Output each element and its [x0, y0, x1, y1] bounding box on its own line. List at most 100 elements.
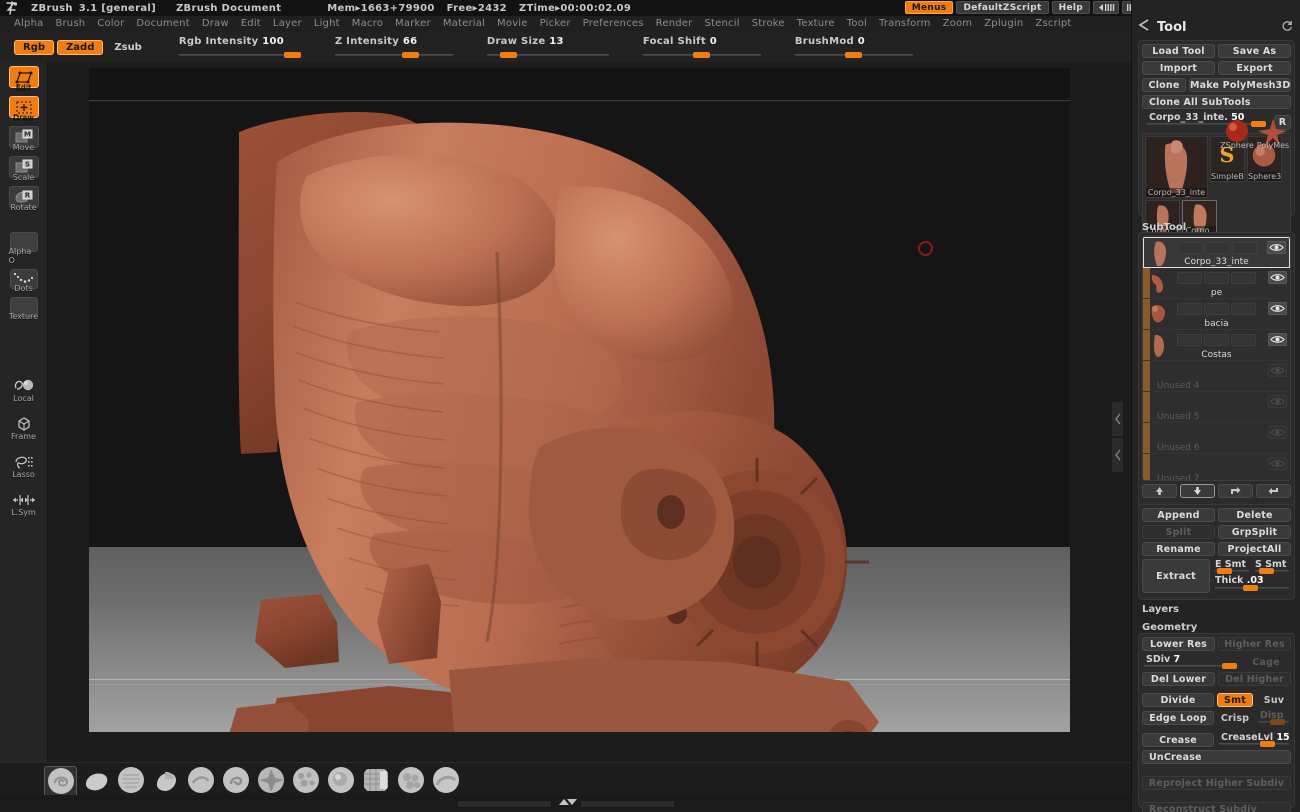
make-polymesh3d-button[interactable]: Make PolyMesh3D	[1189, 78, 1292, 92]
canvas-expand-arrow-icon[interactable]	[1112, 438, 1123, 472]
left-tool-alpha--o[interactable]: Alpha O	[9, 232, 39, 265]
subtool-slot[interactable]	[1177, 303, 1202, 315]
back-arrow-icon[interactable]	[1137, 18, 1151, 36]
left-tool-edit[interactable]: Edit	[8, 66, 39, 92]
menu-item-zplugin[interactable]: Zplugin	[978, 17, 1029, 31]
eye-icon[interactable]	[1267, 241, 1286, 254]
grpsplit-button[interactable]: GrpSplit	[1218, 525, 1291, 539]
menu-item-draw[interactable]: Draw	[196, 17, 235, 31]
subtool-slot[interactable]	[1177, 272, 1202, 284]
crisp-toggle[interactable]: Crisp	[1217, 711, 1253, 725]
refresh-icon[interactable]	[1281, 20, 1293, 35]
menu-item-macro[interactable]: Macro	[346, 17, 389, 31]
disp-slider[interactable]: Disp	[1256, 710, 1291, 725]
default-zscript-button[interactable]: DefaultZScript	[956, 1, 1049, 14]
append-button[interactable]: Append	[1142, 508, 1215, 522]
eye-icon[interactable]	[1268, 364, 1287, 377]
menu-item-tool[interactable]: Tool	[841, 17, 873, 31]
subtool-slot[interactable]	[1204, 303, 1229, 315]
extract-ssmt-slider[interactable]: S Smt	[1253, 559, 1291, 574]
scroll-left-icon[interactable]	[1093, 1, 1119, 14]
menu-item-alpha[interactable]: Alpha	[8, 17, 49, 31]
rgb-toggle[interactable]: Rgb	[14, 39, 55, 55]
sdiv-slider[interactable]: SDiv 7	[1142, 654, 1238, 669]
menu-item-layer[interactable]: Layer	[267, 17, 308, 31]
subtool-row[interactable]: pe	[1143, 268, 1290, 299]
menu-item-movie[interactable]: Movie	[491, 17, 534, 31]
eye-icon[interactable]	[1268, 302, 1287, 315]
menu-item-edit[interactable]: Edit	[235, 17, 267, 31]
menu-item-preferences[interactable]: Preferences	[577, 17, 650, 31]
menu-item-material[interactable]: Material	[437, 17, 491, 31]
slider-track[interactable]	[178, 54, 301, 56]
eye-icon[interactable]	[1268, 271, 1287, 284]
menu-item-zoom[interactable]: Zoom	[937, 17, 979, 31]
clone-all-subtools-button[interactable]: Clone All SubTools	[1142, 95, 1291, 109]
delete-button[interactable]: Delete	[1218, 508, 1291, 522]
eye-icon[interactable]	[1268, 333, 1287, 346]
left-tool-rotate[interactable]: R Rotate	[8, 186, 39, 212]
menu-item-render[interactable]: Render	[650, 17, 699, 31]
slider-knob[interactable]	[693, 52, 711, 58]
edge-loop-button[interactable]: Edge Loop	[1142, 711, 1214, 725]
slider-draw-size[interactable]: Draw Size 13	[486, 36, 609, 58]
slider-track[interactable]	[334, 54, 453, 56]
subtool-list[interactable]: Corpo_33_inte pe bacia Costas Unused 4 Unused…	[1142, 236, 1291, 481]
eye-icon[interactable]	[1268, 395, 1287, 408]
left-tool-draw[interactable]: Draw	[8, 96, 39, 122]
menu-item-color[interactable]: Color	[91, 17, 130, 31]
slider-brushmod[interactable]: BrushMod 0	[794, 36, 913, 58]
menu-item-marker[interactable]: Marker	[389, 17, 437, 31]
slider-knob[interactable]	[283, 52, 301, 58]
subtool-row[interactable]: Unused 5	[1143, 392, 1290, 423]
subtool-row[interactable]: Unused 6	[1143, 423, 1290, 454]
zsub-toggle[interactable]: Zsub	[106, 40, 149, 55]
uncrease-button[interactable]: UnCrease	[1142, 750, 1291, 764]
merge-down-icon[interactable]	[1218, 484, 1253, 498]
slider-z-intensity[interactable]: Z Intensity 66	[334, 36, 453, 58]
projectall-button[interactable]: ProjectAll	[1218, 542, 1291, 556]
menu-item-light[interactable]: Light	[308, 17, 346, 31]
load-tool-button[interactable]: Load Tool	[1142, 44, 1215, 58]
slider-rgb-intensity[interactable]: Rgb Intensity 100	[178, 36, 301, 58]
menu-item-stencil[interactable]: Stencil	[698, 17, 745, 31]
extract-button[interactable]: Extract	[1142, 559, 1210, 593]
extract-esmt-slider[interactable]: E Smt	[1213, 559, 1251, 574]
import-button[interactable]: Import	[1142, 61, 1215, 75]
smt-toggle[interactable]: Smt	[1217, 693, 1253, 707]
subtool-row[interactable]: Costas	[1143, 330, 1290, 361]
tool-thumb-zsphere[interactable]: ZSphere	[1220, 118, 1254, 150]
menu-item-stroke[interactable]: Stroke	[746, 17, 791, 31]
slider-knob[interactable]	[401, 52, 419, 58]
left-tool-local[interactable]: Local	[9, 375, 39, 403]
left-tool-lasso[interactable]: Lasso	[9, 451, 39, 479]
creaselvl-slider[interactable]: CreaseLvl 15	[1217, 732, 1291, 747]
clone-button[interactable]: Clone	[1142, 78, 1186, 92]
layers-header[interactable]: Layers	[1142, 604, 1179, 615]
subtool-slot[interactable]	[1231, 303, 1256, 315]
save-as-button[interactable]: Save As	[1218, 44, 1291, 58]
subtool-slot[interactable]	[1204, 272, 1229, 284]
subtool-slot[interactable]	[1178, 242, 1203, 254]
zadd-toggle[interactable]: Zadd	[57, 39, 104, 55]
left-tool-scale[interactable]: S Scale	[8, 156, 39, 182]
help-button[interactable]: Help	[1051, 1, 1090, 14]
menu-item-transform[interactable]: Transform	[873, 17, 937, 31]
merge-up-icon[interactable]	[1256, 484, 1291, 498]
export-button[interactable]: Export	[1218, 61, 1291, 75]
subtool-slot[interactable]	[1204, 334, 1229, 346]
menu-item-texture[interactable]: Texture	[791, 17, 841, 31]
slider-focal-shift[interactable]: Focal Shift 0	[642, 36, 761, 58]
subtool-slot[interactable]	[1231, 272, 1256, 284]
left-tool-l-sym[interactable]: L.Sym	[9, 489, 39, 517]
move-up-icon[interactable]	[1142, 484, 1177, 498]
menu-item-picker[interactable]: Picker	[534, 17, 577, 31]
divide-button[interactable]: Divide	[1142, 693, 1214, 707]
subtool-slot[interactable]	[1232, 242, 1257, 254]
subtool-slot[interactable]	[1231, 334, 1256, 346]
left-tool-frame[interactable]: Frame	[9, 413, 39, 441]
subtool-row[interactable]: Unused 7	[1143, 454, 1290, 480]
crease-button[interactable]: Crease	[1142, 733, 1214, 747]
document-canvas[interactable]	[89, 102, 1070, 732]
slider-knob[interactable]	[845, 52, 863, 58]
